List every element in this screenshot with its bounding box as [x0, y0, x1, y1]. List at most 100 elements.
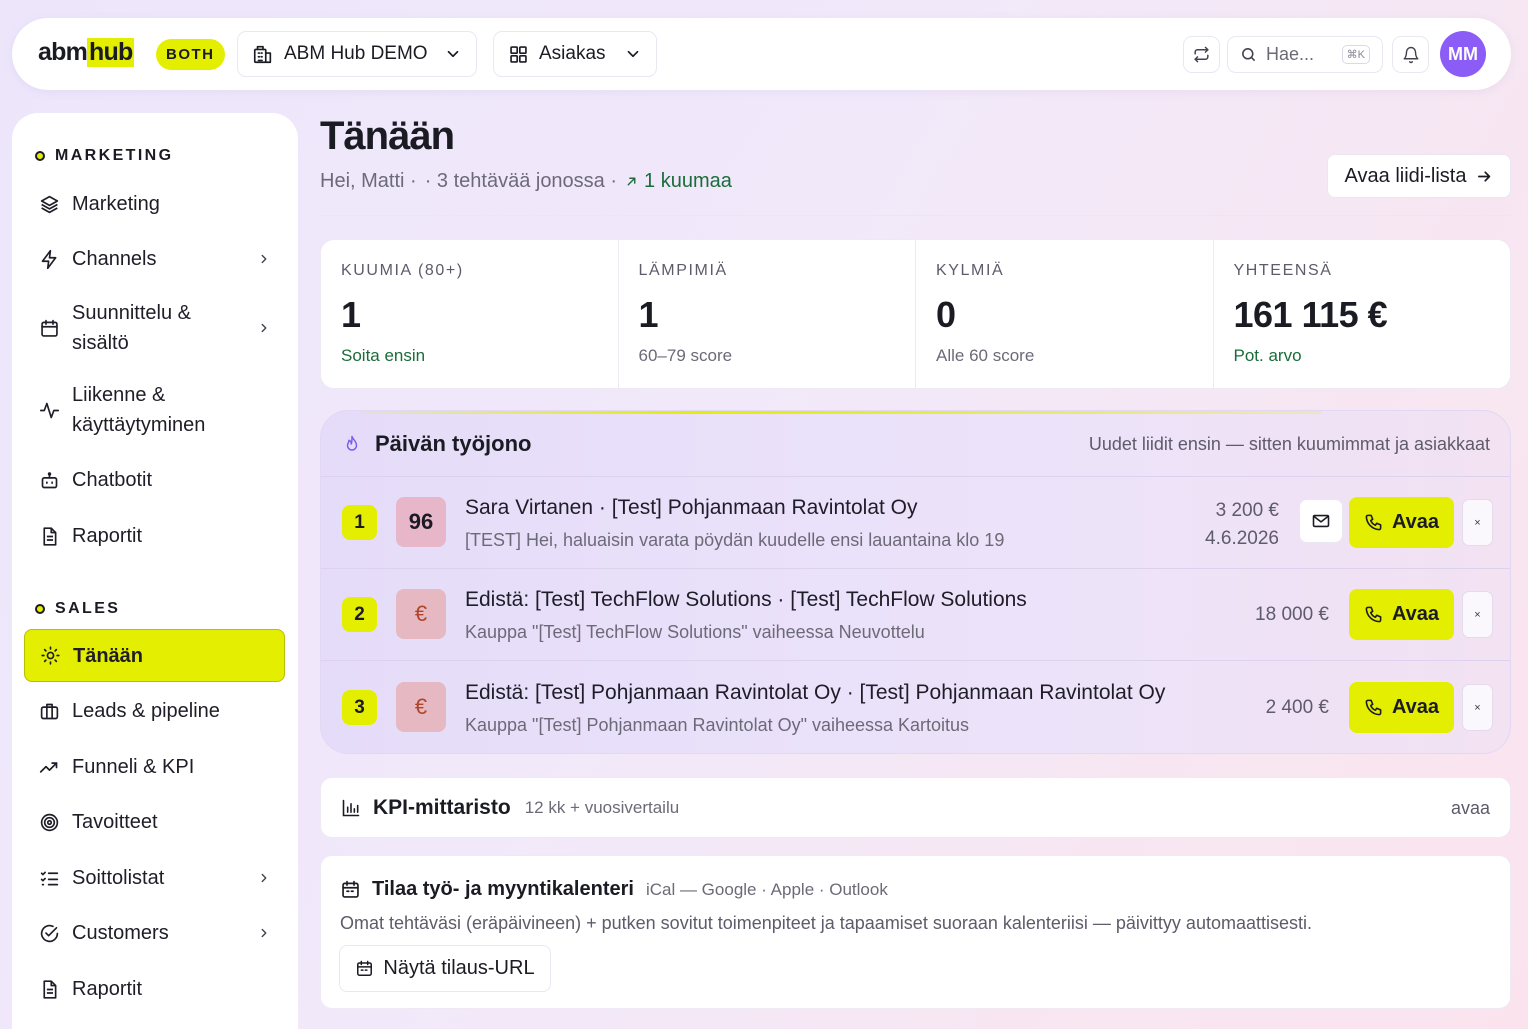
building-icon — [252, 43, 274, 65]
queue-row[interactable]: 2 € Edistä: [Test] TechFlow Solutions · … — [321, 569, 1510, 661]
kpi-open-link[interactable]: avaa — [1451, 798, 1490, 819]
top-bar: abm hub BOTH ABM Hub DEMO Asiakas Hae... … — [12, 18, 1511, 90]
lightning-icon — [38, 248, 60, 270]
section-heading: MARKETING — [55, 147, 174, 164]
notifications-button[interactable] — [1392, 36, 1429, 73]
stat-value: 1 — [341, 294, 361, 335]
calendar-icon — [38, 317, 60, 339]
view-select[interactable]: Asiakas — [493, 31, 657, 77]
search-shortcut: ⌘K — [1341, 45, 1370, 64]
checklist-icon — [38, 867, 60, 889]
document-icon — [38, 525, 60, 547]
page-title: Tänään — [320, 114, 455, 158]
sidebar-item-tavoitteet[interactable]: Tavoitteet — [24, 803, 285, 841]
sidebar: MARKETING Marketing Channels Suunnittelu… — [12, 113, 298, 1029]
sidebar-item-raportit-marketing[interactable]: Raportit — [24, 517, 285, 555]
queue-row-title[interactable]: Sara Virtanen · [Test] Pohjanmaan Ravint… — [465, 496, 918, 520]
hot-leads-link[interactable]: 1 kuumaa — [625, 170, 732, 193]
search-input[interactable]: Hae... ⌘K — [1227, 36, 1383, 73]
sidebar-item-raportit-sales[interactable]: Raportit — [24, 970, 285, 1008]
hot-count-text: 1 kuumaa — [644, 170, 732, 192]
sidebar-item-channels[interactable]: Channels — [24, 240, 285, 278]
rank-badge: 3 — [342, 690, 377, 725]
work-queue-header: Päivän työjono Uudet liidit ensin — sitt… — [321, 411, 1510, 477]
workspace-select-label: ABM Hub DEMO — [284, 43, 428, 64]
calendar-description: Omat tehtäväsi (eräpäivineen) + putken s… — [340, 913, 1312, 933]
stat-card-warm[interactable]: LÄMPIMIÄ 1 60–79 score — [619, 240, 916, 388]
stat-value: 161 115 € — [1233, 294, 1388, 335]
sidebar-item-chatbotit[interactable]: Chatbotit — [24, 461, 285, 499]
open-call-button[interactable]: Avaa — [1349, 589, 1454, 640]
dismiss-button[interactable]: × — [1462, 684, 1493, 731]
sidebar-item-soittolistat[interactable]: Soittolistat — [24, 859, 285, 897]
rank-badge: 1 — [342, 505, 377, 540]
target-icon — [38, 811, 60, 833]
mode-badge[interactable]: BOTH — [156, 39, 225, 70]
sidebar-item-liikenne[interactable]: Liikenne & käyttäytyminen — [24, 380, 285, 440]
queue-row-date: 4.6.2026 — [1205, 528, 1279, 549]
email-button[interactable] — [1299, 499, 1343, 543]
sidebar-item-label: Chatbotit — [72, 469, 153, 491]
logo[interactable]: abm hub — [38, 38, 135, 67]
layers-icon — [38, 193, 60, 215]
open-lead-list-button[interactable]: Avaa liidi-lista — [1327, 154, 1511, 198]
open-call-button[interactable]: Avaa — [1349, 682, 1454, 733]
sidebar-item-label: Raportit — [72, 525, 143, 547]
grid-icon — [508, 44, 529, 65]
queue-row-amount: 18 000 € — [1255, 604, 1329, 625]
queue-row-description: [TEST] Hei, haluaisin varata pöydän kuud… — [465, 530, 1005, 550]
trend-icon — [38, 756, 60, 778]
kpi-subtitle: 12 kk + vuosivertailu — [524, 798, 680, 817]
stat-label: KUUMIA (80+) — [341, 262, 464, 279]
stat-card-cold[interactable]: KYLMIÄ 0 Alle 60 score — [916, 240, 1214, 388]
sidebar-item-leads[interactable]: Leads & pipeline — [24, 692, 285, 730]
sidebar-item-funneli[interactable]: Funneli & KPI — [24, 748, 285, 786]
open-lead-list-label: Avaa liidi-lista — [1344, 164, 1467, 187]
stat-card-hot[interactable]: KUUMIA (80+) 1 Soita ensin — [321, 240, 619, 388]
document-icon — [38, 978, 60, 1000]
open-call-button[interactable]: Avaa — [1349, 497, 1454, 548]
chevron-right-icon — [257, 252, 271, 266]
show-subscription-url-button[interactable]: Näytä tilaus-URL — [339, 945, 551, 992]
sidebar-item-suunnittelu[interactable]: Suunnittelu & sisältö — [24, 298, 285, 358]
section-heading: SALES — [55, 600, 121, 617]
stat-subtext: Pot. arvo — [1233, 346, 1302, 365]
view-select-label: Asiakas — [539, 43, 606, 64]
kpi-heading: KPI-mittaristo 12 kk + vuosivertailu — [341, 796, 679, 820]
dismiss-button[interactable]: × — [1462, 591, 1493, 638]
queue-row-title[interactable]: Edistä: [Test] Pohjanmaan Ravintolat Oy … — [465, 681, 1165, 705]
sidebar-item-label: Channels — [72, 248, 157, 270]
dismiss-button[interactable]: × — [1462, 499, 1493, 546]
sidebar-item-label: Tavoitteet — [72, 811, 158, 833]
queue-row-title[interactable]: Edistä: [Test] TechFlow Solutions · [Tes… — [465, 588, 1027, 612]
avatar[interactable]: MM — [1440, 31, 1486, 77]
sidebar-item-label: Marketing — [72, 193, 160, 215]
sidebar-item-customers[interactable]: Customers — [24, 914, 285, 952]
work-queue-title-text: Päivän työjono — [375, 431, 532, 456]
sidebar-item-marketing[interactable]: Marketing — [24, 185, 285, 223]
greeting-text: Hei, Matti · — [320, 170, 417, 192]
switch-button[interactable] — [1183, 36, 1220, 73]
score-badge: 96 — [396, 497, 446, 547]
queue-row[interactable]: 3 € Edistä: [Test] Pohjanmaan Ravintolat… — [321, 662, 1510, 753]
check-circle-icon — [38, 922, 60, 944]
kpi-dashboard-card[interactable]: KPI-mittaristo 12 kk + vuosivertailu ava… — [320, 777, 1511, 838]
chevron-right-icon — [257, 321, 271, 335]
sidebar-section-sales: SALES — [35, 600, 120, 618]
section-dot-icon — [35, 151, 45, 161]
phone-icon — [1364, 698, 1383, 717]
bell-icon — [1402, 46, 1420, 64]
sidebar-item-label: Raportit — [72, 978, 143, 1000]
open-call-label: Avaa — [1391, 696, 1440, 718]
calendar-icon — [355, 959, 374, 978]
workspace-select[interactable]: ABM Hub DEMO — [237, 31, 477, 77]
work-queue: Päivän työjono Uudet liidit ensin — sitt… — [320, 410, 1511, 754]
queue-row[interactable]: 1 96 Sara Virtanen · [Test] Pohjanmaan R… — [321, 477, 1510, 569]
header-divider — [320, 215, 1511, 216]
queue-row-description: Kauppa "[Test] TechFlow Solutions" vaihe… — [465, 622, 925, 642]
deal-badge: € — [396, 589, 446, 639]
sidebar-item-tanaan[interactable]: Tänään — [24, 629, 285, 682]
work-queue-title: Päivän työjono — [343, 431, 531, 457]
stats-panel: KUUMIA (80+) 1 Soita ensin LÄMPIMIÄ 1 60… — [320, 239, 1511, 389]
stat-card-total[interactable]: YHTEENSÄ 161 115 € Pot. arvo — [1214, 240, 1511, 388]
